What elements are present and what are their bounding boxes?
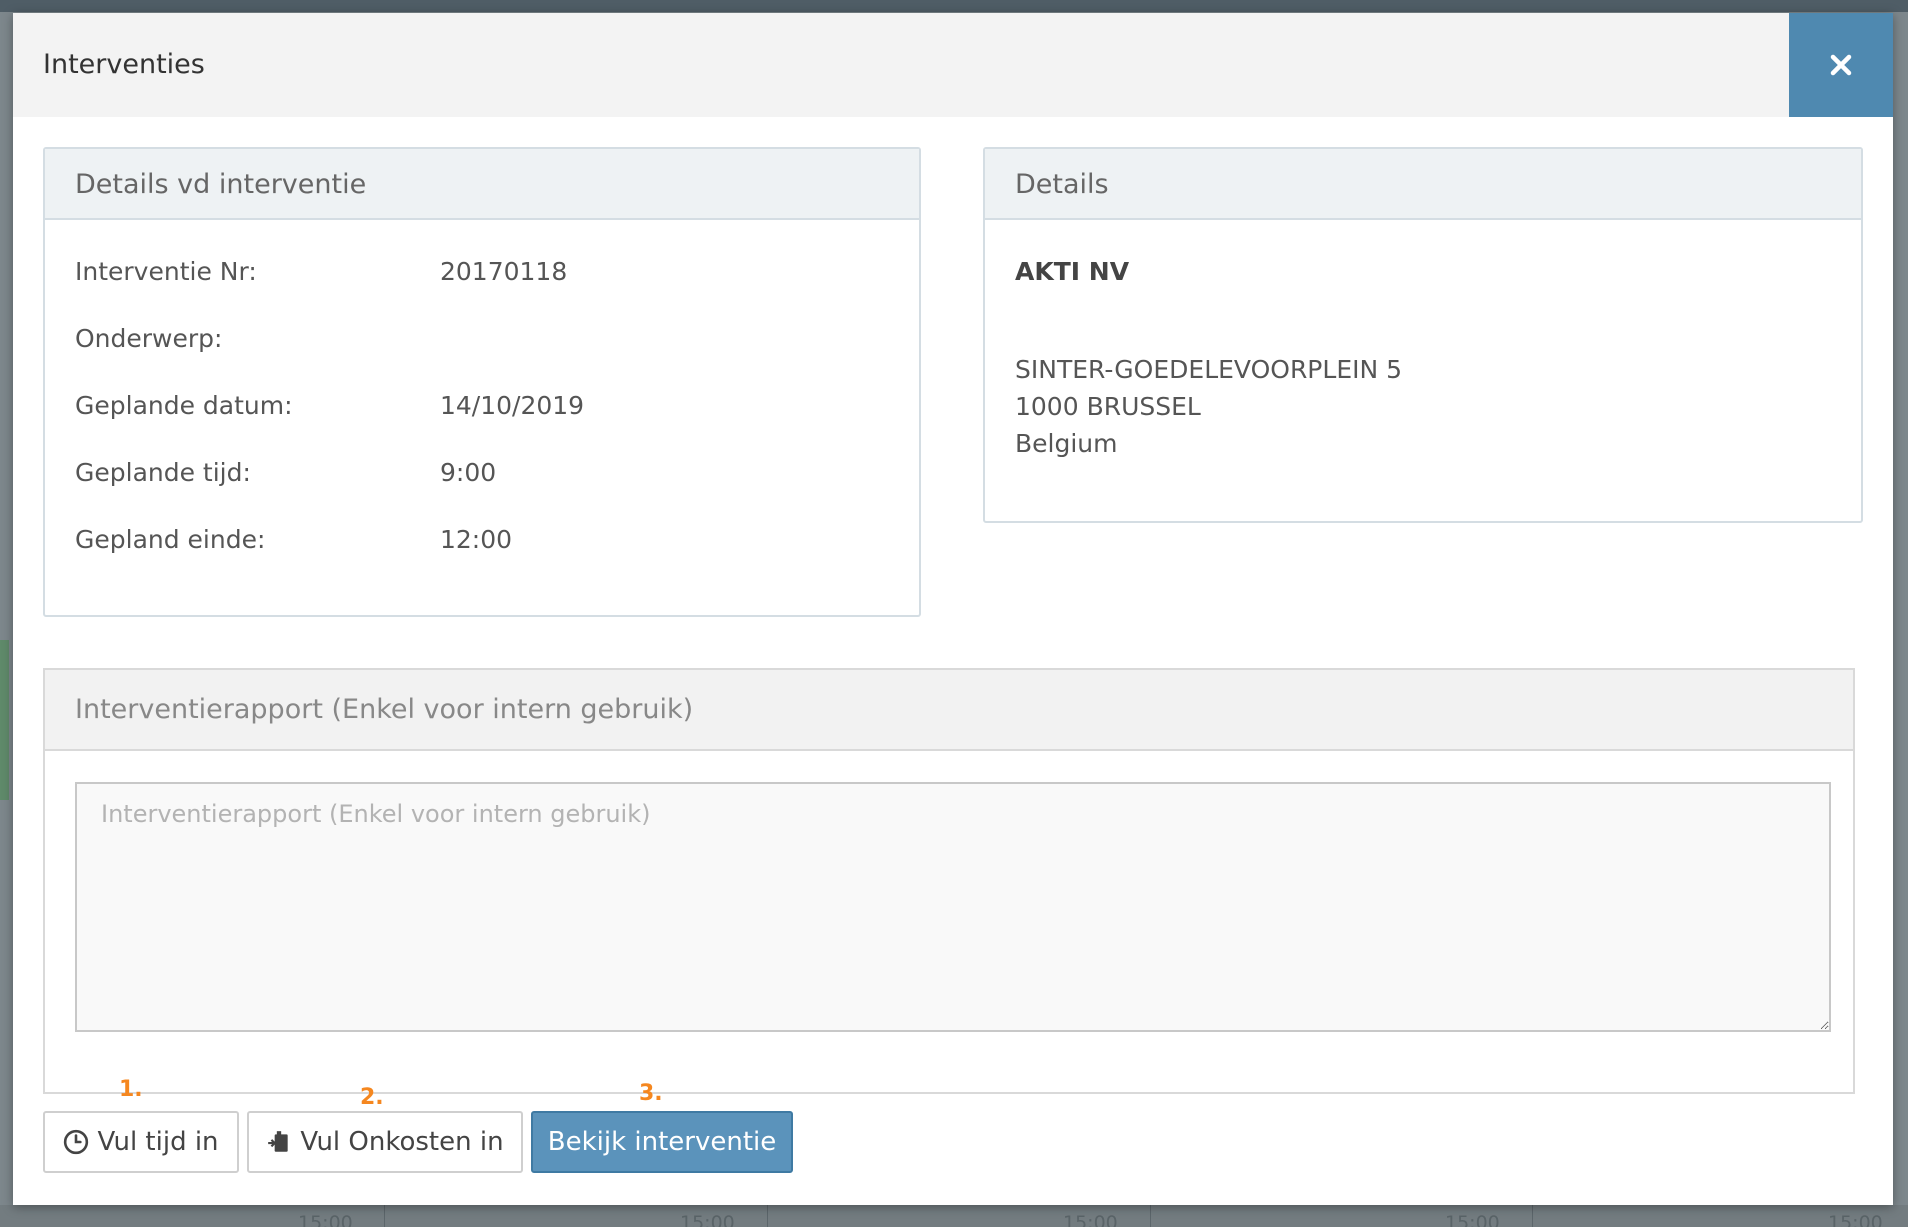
address-street: SINTER-GOEDELEVOORPLEIN 5 [1015,355,1403,384]
fill-time-button[interactable]: Vul tijd in [43,1111,239,1173]
panel-title: Details vd interventie [75,169,367,200]
background-column-divider [767,1205,768,1227]
view-intervention-label: Bekijk interventie [547,1127,777,1157]
planned-time-label: Geplande tijd: [75,458,251,487]
intervention-report-textarea[interactable] [75,782,1831,1032]
interventions-modal: Interventies Details vd interventie Inte… [13,13,1893,1205]
intervention-details-panel: Details vd interventie Interventie Nr: 2… [43,147,921,617]
background-column-divider [384,1205,385,1227]
background-time-tick: 15:00 [1828,1212,1883,1227]
background-time-tick: 15:00 [298,1212,353,1227]
modal-title: Interventies [43,49,205,80]
background-side-marker [0,640,9,800]
intervention-report-panel: Interventierapport (Enkel voor intern ge… [43,668,1855,1094]
planned-end-label: Gepland einde: [75,525,266,554]
panel-title: Interventierapport (Enkel voor intern ge… [75,694,694,725]
address-country: Belgium [1015,429,1118,458]
planned-time-value: 9:00 [440,458,497,487]
background-time-tick: 15:00 [1063,1212,1118,1227]
subject-label: Onderwerp: [75,324,223,353]
close-button[interactable] [1789,13,1893,117]
panel-header: Interventierapport (Enkel voor intern ge… [45,670,1853,751]
expense-icon [268,1131,289,1152]
fill-expenses-label: Vul Onkosten in [300,1127,504,1157]
intervention-number-label: Interventie Nr: [75,257,257,286]
step-number-3: 3. [639,1081,663,1106]
panel-title: Details [1015,169,1109,200]
modal-header: Interventies [13,13,1893,117]
background-time-tick: 15:00 [680,1212,735,1227]
panel-header: Details vd interventie [45,149,919,220]
address-city: 1000 BRUSSEL [1015,392,1201,421]
company-name: AKTI NV [1015,257,1130,286]
view-intervention-button[interactable]: Bekijk interventie [531,1111,793,1173]
background-topbar [0,0,1908,12]
fill-time-label: Vul tijd in [97,1127,219,1157]
panel-header: Details [985,149,1861,220]
customer-details-panel: Details AKTI NV SINTER-GOEDELEVOORPLEIN … [983,147,1863,523]
step-number-1: 1. [119,1077,143,1102]
planned-date-label: Geplande datum: [75,391,293,420]
step-number-2: 2. [360,1085,384,1110]
intervention-number-value: 20170118 [440,257,568,286]
background-timeline [0,1205,1908,1227]
background-time-tick: 15:00 [1445,1212,1500,1227]
close-icon [1830,54,1852,76]
background-column-divider [1150,1205,1151,1227]
clock-icon [64,1129,89,1155]
planned-end-value: 12:00 [440,525,513,554]
background-column-divider [1532,1205,1533,1227]
fill-expenses-button[interactable]: Vul Onkosten in [247,1111,523,1173]
planned-date-value: 14/10/2019 [440,391,585,420]
